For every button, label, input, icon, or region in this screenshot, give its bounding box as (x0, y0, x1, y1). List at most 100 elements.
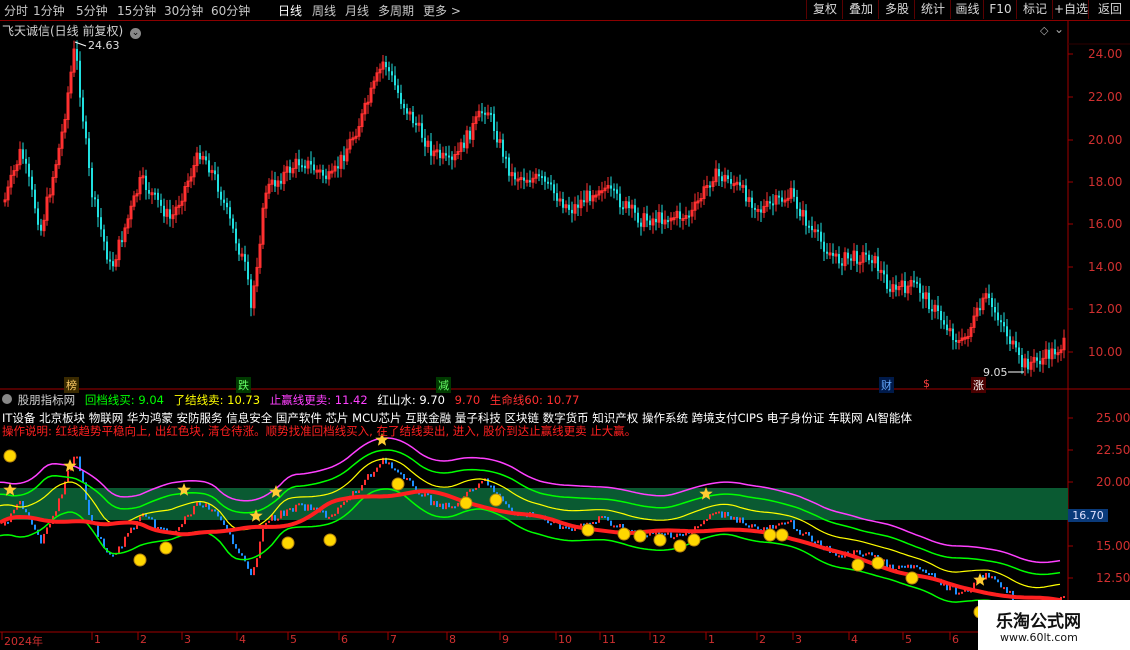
candle-body (781, 197, 783, 202)
indicator-bar (160, 527, 162, 530)
indicator-bar (925, 569, 927, 574)
candle-body (547, 181, 549, 184)
indicator-bar (211, 509, 213, 512)
candle-body (916, 281, 918, 284)
smiley-icon (633, 529, 647, 543)
indicator-bar (1063, 596, 1065, 599)
indicator-bar (451, 506, 453, 509)
indicator-bar (550, 523, 552, 526)
candle-body (1006, 326, 1008, 337)
candle-body (688, 215, 690, 218)
indicator-name[interactable]: 股朋指标网 (18, 393, 76, 407)
indicator-bar (199, 502, 201, 506)
candle-body (667, 220, 669, 223)
indicator-bar (409, 478, 411, 481)
indicator-bar (922, 569, 924, 572)
indicator-bar (346, 500, 348, 503)
smiley-icon (763, 528, 777, 542)
indicator-bar (709, 514, 711, 519)
candle-body (145, 175, 147, 191)
indicator-bar (859, 550, 861, 555)
indicator-bar (304, 504, 306, 511)
indicator-bar (742, 517, 744, 524)
candle-body (391, 71, 393, 76)
indicator-bar (268, 520, 270, 523)
kline-chart[interactable] (0, 0, 1130, 650)
event-tag-bang[interactable]: 榜 (64, 377, 79, 393)
indicator-bar (718, 511, 720, 514)
candle-body (163, 205, 165, 217)
candle-body (502, 139, 504, 157)
candle-body (496, 131, 498, 143)
indicator-bar (1006, 587, 1008, 593)
indicator-bar (571, 528, 573, 531)
candle-body (232, 218, 234, 229)
indicator-bar (88, 499, 90, 515)
candle-body (34, 189, 36, 209)
date-label: 3 (184, 633, 191, 646)
event-tag-jian[interactable]: 减 (436, 377, 451, 393)
candle-body (550, 182, 552, 185)
date-label: 6 (952, 633, 959, 646)
date-label: 2 (759, 633, 766, 646)
indicator-bar (931, 573, 933, 576)
candle-body (208, 160, 210, 173)
indicator-bar (505, 501, 507, 505)
indicator-bar (601, 516, 603, 519)
candle-body (388, 67, 390, 72)
more-options-icon[interactable]: ⌄ (1054, 22, 1064, 36)
indicator-bar (811, 535, 813, 542)
indicator-bar (856, 550, 858, 553)
indicator-bar (256, 558, 258, 568)
event-tag-dollar[interactable]: $ (921, 377, 932, 390)
date-label: 12 (652, 633, 666, 646)
candle-body (217, 174, 219, 192)
chevron-down-icon[interactable]: ⌄ (130, 28, 142, 39)
candle-body (904, 280, 906, 293)
indicator-bar (388, 462, 390, 465)
indicator-bar (58, 498, 60, 512)
candle-body (994, 306, 996, 313)
indicator-bar (733, 516, 735, 520)
indicator-bar (13, 509, 15, 514)
candle-body (505, 156, 507, 159)
candle-body (1009, 336, 1011, 344)
indicator-bar (274, 515, 276, 521)
indicator-bar (775, 525, 777, 529)
indicator-bar (322, 510, 324, 513)
candle-body (808, 225, 810, 228)
circle-icon[interactable] (2, 394, 12, 404)
indicator-bar (697, 526, 699, 529)
indicator-bar (355, 491, 357, 494)
smiley-icon (489, 493, 503, 507)
candle-body (289, 166, 291, 173)
event-tag-die[interactable]: 跌 (236, 377, 251, 393)
indicator-bar (706, 518, 708, 521)
indicator-bar (613, 525, 615, 528)
indicator-bar (667, 532, 669, 535)
candle-body (796, 196, 798, 209)
event-tag-zhang[interactable]: 涨 (971, 377, 986, 393)
indicator-bar (139, 516, 141, 522)
smiley-icon (617, 527, 631, 541)
indicator-bar (754, 524, 756, 527)
diamond-icon[interactable]: ◇ (1040, 24, 1048, 37)
indicator-bar (133, 527, 135, 530)
indicator-bar (793, 520, 795, 530)
indicator-bar (361, 485, 363, 491)
candle-body (544, 176, 546, 182)
indicator-bar (364, 479, 366, 486)
indicator-bar (478, 483, 480, 488)
low-price-label: 9.05 (983, 366, 1008, 379)
indicator-bar (373, 471, 375, 477)
candle-body (220, 191, 222, 200)
indicator-bar (466, 491, 468, 497)
indicator-bar (82, 471, 84, 483)
candle-body (979, 308, 981, 311)
candle-body (160, 199, 162, 206)
indicator-bar (220, 516, 222, 521)
event-tag-cai[interactable]: 财 (879, 377, 894, 393)
ind-axis-label: 22.50 (1096, 443, 1130, 457)
indicator-bar (55, 511, 57, 516)
indicator-bar (298, 503, 300, 506)
